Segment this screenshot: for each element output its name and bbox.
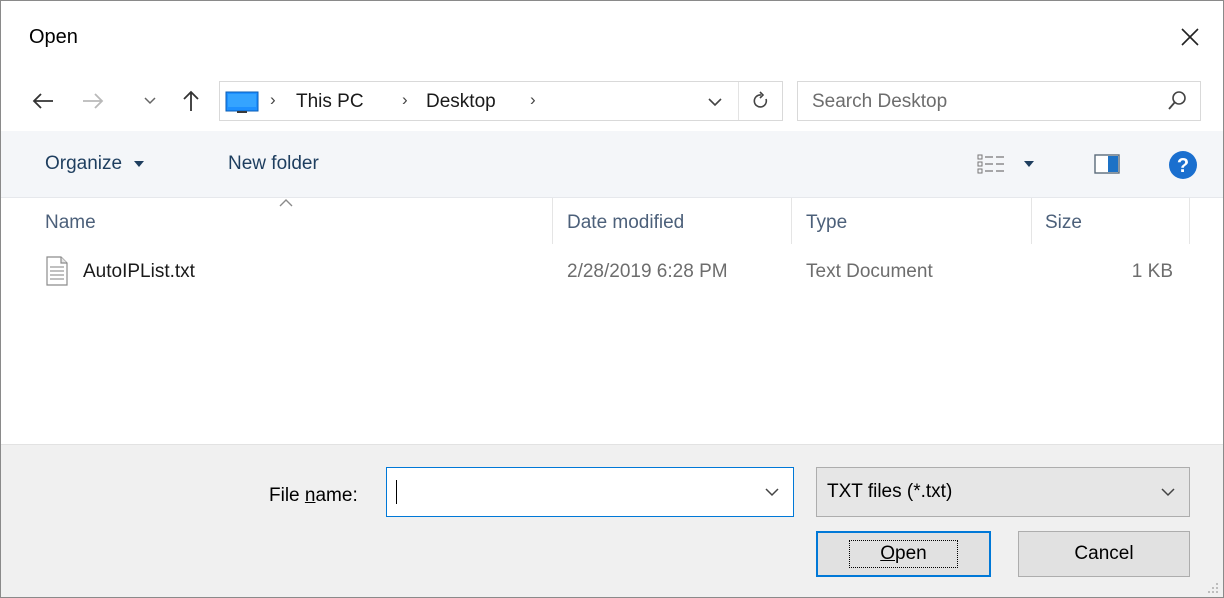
help-icon[interactable]: ? <box>1167 149 1199 181</box>
column-header-date-modified[interactable]: Date modified <box>567 212 684 234</box>
file-size: 1 KB <box>1131 261 1173 282</box>
up-icon <box>183 90 199 111</box>
svg-text:?: ? <box>1177 155 1189 177</box>
file-name-combobox[interactable] <box>386 467 794 517</box>
chevron-down-icon <box>708 98 722 107</box>
close-icon <box>1181 28 1199 46</box>
column-divider[interactable] <box>791 198 792 244</box>
column-header-name[interactable]: Name <box>45 212 96 234</box>
up-button[interactable] <box>173 83 209 119</box>
column-divider[interactable] <box>1189 198 1190 244</box>
column-divider[interactable] <box>1031 198 1032 244</box>
change-view-button[interactable] <box>977 147 1051 181</box>
breadcrumb-separator[interactable]: › <box>530 90 536 110</box>
preview-pane-icon <box>1094 154 1120 174</box>
close-button[interactable] <box>1157 1 1223 73</box>
refresh-icon <box>753 91 768 108</box>
breadcrumb-this-pc[interactable]: This PC <box>296 91 364 113</box>
breadcrumb-separator[interactable]: › <box>270 90 276 110</box>
cancel-button[interactable]: Cancel <box>1018 531 1190 577</box>
search-input[interactable] <box>810 88 1154 116</box>
file-type-select[interactable]: TXT files (*.txt) <box>816 467 1190 517</box>
open-button-label: Open <box>849 540 958 568</box>
search-icon <box>1168 91 1186 110</box>
file-row[interactable]: AutoIPList.txt 2/28/2019 6:28 PM Text Do… <box>1 254 1223 290</box>
column-header-size[interactable]: Size <box>1045 212 1082 234</box>
bottom-panel: File name: TXT files (*.txt) Open Cancel <box>1 444 1223 597</box>
file-name-label-part: ame: <box>315 485 358 506</box>
breadcrumb-separator[interactable]: › <box>402 90 408 110</box>
command-bar: Organize New folder ? <box>1 131 1223 198</box>
file-name-label: File name: <box>269 485 358 507</box>
new-folder-button[interactable]: New folder <box>228 153 319 175</box>
navigation-bar: › This PC › Desktop › <box>1 73 1223 129</box>
column-headers: Name Date modified Type Size <box>1 198 1223 244</box>
back-button[interactable] <box>25 83 61 119</box>
file-name-input[interactable] <box>393 476 747 510</box>
dialog-title: Open <box>29 26 78 48</box>
file-type: Text Document <box>806 261 933 282</box>
this-pc-icon <box>225 91 259 113</box>
sort-ascending-icon <box>279 199 293 207</box>
file-type-dropdown-button[interactable] <box>1157 481 1179 503</box>
open-file-dialog: Open › This PC › Desktop › Search Deskto… <box>0 0 1224 598</box>
chevron-down-icon <box>765 488 779 497</box>
title-bar: Open <box>1 1 1223 73</box>
preview-pane-button[interactable] <box>1089 147 1125 181</box>
breadcrumb-desktop[interactable]: Desktop <box>426 91 496 113</box>
file-name-dropdown-button[interactable] <box>761 481 783 503</box>
open-button[interactable]: Open <box>816 531 991 577</box>
file-type-selected-value: TXT files (*.txt) <box>827 481 953 502</box>
view-dropdown-icon <box>1024 161 1034 167</box>
file-date-modified: 2/28/2019 6:28 PM <box>567 261 728 282</box>
text-file-icon <box>46 256 68 286</box>
view-options-icon <box>977 154 1004 174</box>
column-divider[interactable] <box>552 198 553 244</box>
chevron-down-icon <box>1161 488 1175 497</box>
back-icon <box>32 93 53 109</box>
dropdown-arrow-icon <box>134 160 145 167</box>
forward-button[interactable] <box>75 83 111 119</box>
open-accesskey: O <box>880 543 896 564</box>
file-list: AutoIPList.txt 2/28/2019 6:28 PM Text Do… <box>1 244 1223 444</box>
forward-icon <box>83 93 104 109</box>
refresh-button[interactable] <box>738 82 783 120</box>
file-name-label-part: File <box>269 485 305 506</box>
open-label-rest: pen <box>895 543 927 564</box>
recent-locations-button[interactable] <box>137 83 163 119</box>
file-name-label-accesskey: n <box>304 485 316 506</box>
search-box[interactable] <box>797 81 1201 121</box>
organize-label: Organize <box>45 153 123 174</box>
resize-grip-icon[interactable] <box>1205 580 1219 594</box>
organize-menu-button[interactable]: Organize <box>45 153 145 175</box>
address-bar[interactable]: › This PC › Desktop › <box>219 81 783 121</box>
file-name: AutoIPList.txt <box>83 261 195 282</box>
recent-locations-icon <box>144 97 156 105</box>
column-header-type[interactable]: Type <box>806 212 847 234</box>
address-history-dropdown[interactable] <box>700 86 730 118</box>
